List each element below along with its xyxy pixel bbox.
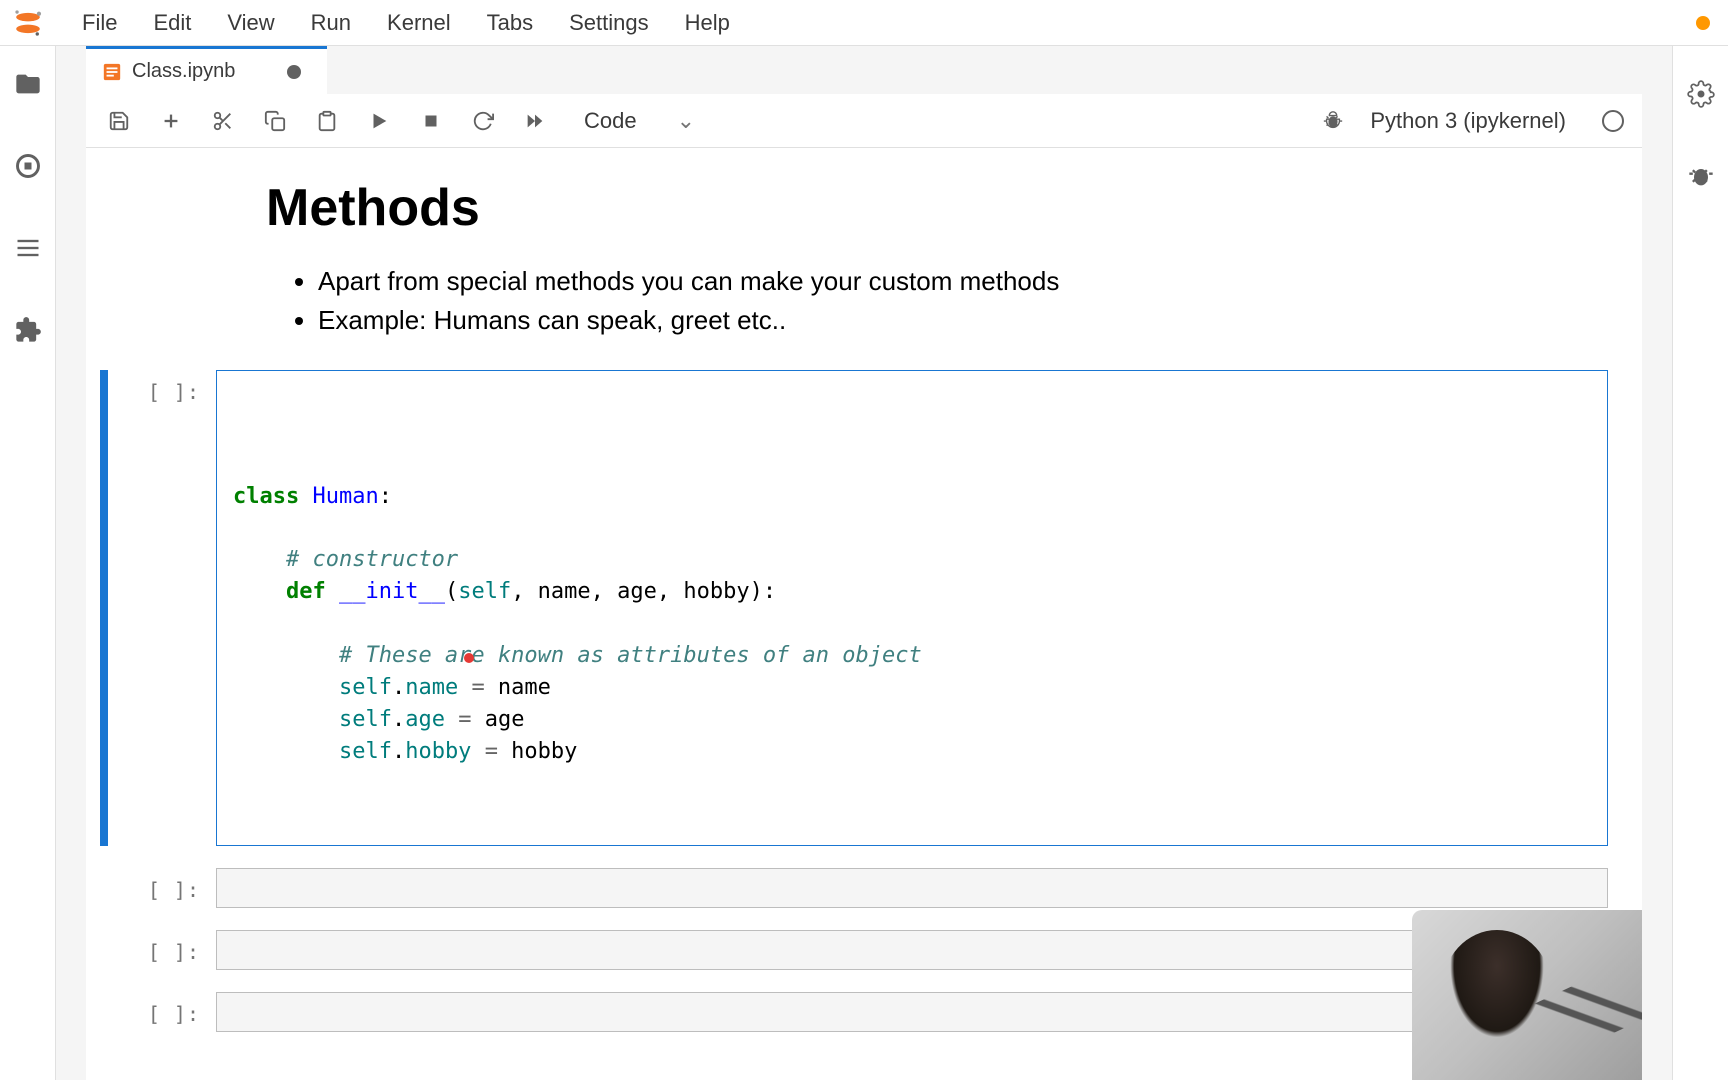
cut-icon[interactable] bbox=[208, 106, 238, 136]
chevron-down-icon: ⌄ bbox=[677, 108, 695, 134]
tab-title: Class.ipynb bbox=[132, 60, 235, 83]
debugger-panel-icon[interactable] bbox=[1683, 158, 1719, 194]
md-bullet: Apart from special methods you can make … bbox=[318, 262, 1502, 301]
code-editor[interactable] bbox=[216, 868, 1608, 908]
menu-settings[interactable]: Settings bbox=[553, 4, 665, 42]
markdown-cell[interactable]: Methods Apart from special methods you c… bbox=[86, 178, 1642, 370]
cell-type-label: Code bbox=[584, 108, 637, 134]
tabbar: Class.ipynb bbox=[86, 46, 1642, 94]
code-cell[interactable]: [ ]: bbox=[86, 868, 1642, 930]
cell-prompt: [ ]: bbox=[108, 930, 216, 970]
menu-edit[interactable]: Edit bbox=[137, 4, 207, 42]
menubar: File Edit View Run Kernel Tabs Settings … bbox=[0, 0, 1728, 46]
run-icon[interactable] bbox=[364, 106, 394, 136]
md-bullet: Example: Humans can speak, greet etc.. bbox=[318, 301, 1502, 340]
running-icon[interactable] bbox=[10, 148, 46, 184]
folder-icon[interactable] bbox=[10, 66, 46, 102]
cell-prompt: [ ]: bbox=[108, 992, 216, 1032]
code-editor[interactable]: class Human: # constructor def __init__(… bbox=[216, 370, 1608, 846]
webcam-overlay bbox=[1412, 910, 1642, 1080]
copy-icon[interactable] bbox=[260, 106, 290, 136]
cell-gutter bbox=[100, 868, 108, 908]
kernel-name[interactable]: Python 3 (ipykernel) bbox=[1370, 108, 1566, 134]
menu-items: File Edit View Run Kernel Tabs Settings … bbox=[66, 4, 746, 42]
notebook[interactable]: Methods Apart from special methods you c… bbox=[86, 148, 1642, 1080]
notebook-icon bbox=[102, 62, 122, 82]
unsaved-indicator-icon bbox=[287, 65, 301, 79]
menu-tabs[interactable]: Tabs bbox=[471, 4, 549, 42]
restart-icon[interactable] bbox=[468, 106, 498, 136]
code-cell[interactable]: [ ]: class Human: # constructor def __in… bbox=[86, 370, 1642, 868]
property-inspector-icon[interactable] bbox=[1683, 76, 1719, 112]
menu-file[interactable]: File bbox=[66, 4, 133, 42]
md-heading: Methods bbox=[266, 178, 1502, 238]
cell-gutter bbox=[100, 992, 108, 1032]
extensions-icon[interactable] bbox=[10, 312, 46, 348]
paste-icon[interactable] bbox=[312, 106, 342, 136]
main-area: Class.ipynb Code ⌄ Python 3 (ipykernel) bbox=[56, 46, 1672, 1080]
save-icon[interactable] bbox=[104, 106, 134, 136]
kernel-status-idle-icon[interactable] bbox=[1602, 110, 1624, 132]
restart-run-all-icon[interactable] bbox=[520, 106, 550, 136]
debugger-icon[interactable] bbox=[1318, 106, 1348, 136]
code-cell[interactable]: [ ]: bbox=[86, 930, 1642, 992]
cell-gutter-active bbox=[100, 370, 108, 846]
cell-prompt: [ ]: bbox=[108, 370, 216, 846]
pointer-indicator-icon bbox=[464, 653, 474, 663]
menu-run[interactable]: Run bbox=[295, 4, 367, 42]
tab-class-notebook[interactable]: Class.ipynb bbox=[86, 46, 327, 94]
toc-icon[interactable] bbox=[10, 230, 46, 266]
cell-type-dropdown[interactable]: Code ⌄ bbox=[584, 108, 695, 134]
code-editor[interactable] bbox=[216, 930, 1608, 970]
window-indicator-dot bbox=[1696, 16, 1710, 30]
left-activity-bar bbox=[0, 46, 56, 1080]
code-editor[interactable] bbox=[216, 992, 1608, 1032]
right-activity-bar bbox=[1672, 46, 1728, 1080]
jupyter-logo[interactable] bbox=[8, 3, 48, 43]
stop-icon[interactable] bbox=[416, 106, 446, 136]
menu-kernel[interactable]: Kernel bbox=[371, 4, 467, 42]
cell-prompt: [ ]: bbox=[108, 868, 216, 908]
notebook-toolbar: Code ⌄ Python 3 (ipykernel) bbox=[86, 94, 1642, 148]
code-cell[interactable]: [ ]: bbox=[86, 992, 1642, 1054]
menu-help[interactable]: Help bbox=[669, 4, 746, 42]
add-cell-icon[interactable] bbox=[156, 106, 186, 136]
cell-gutter bbox=[100, 930, 108, 970]
menu-view[interactable]: View bbox=[211, 4, 290, 42]
